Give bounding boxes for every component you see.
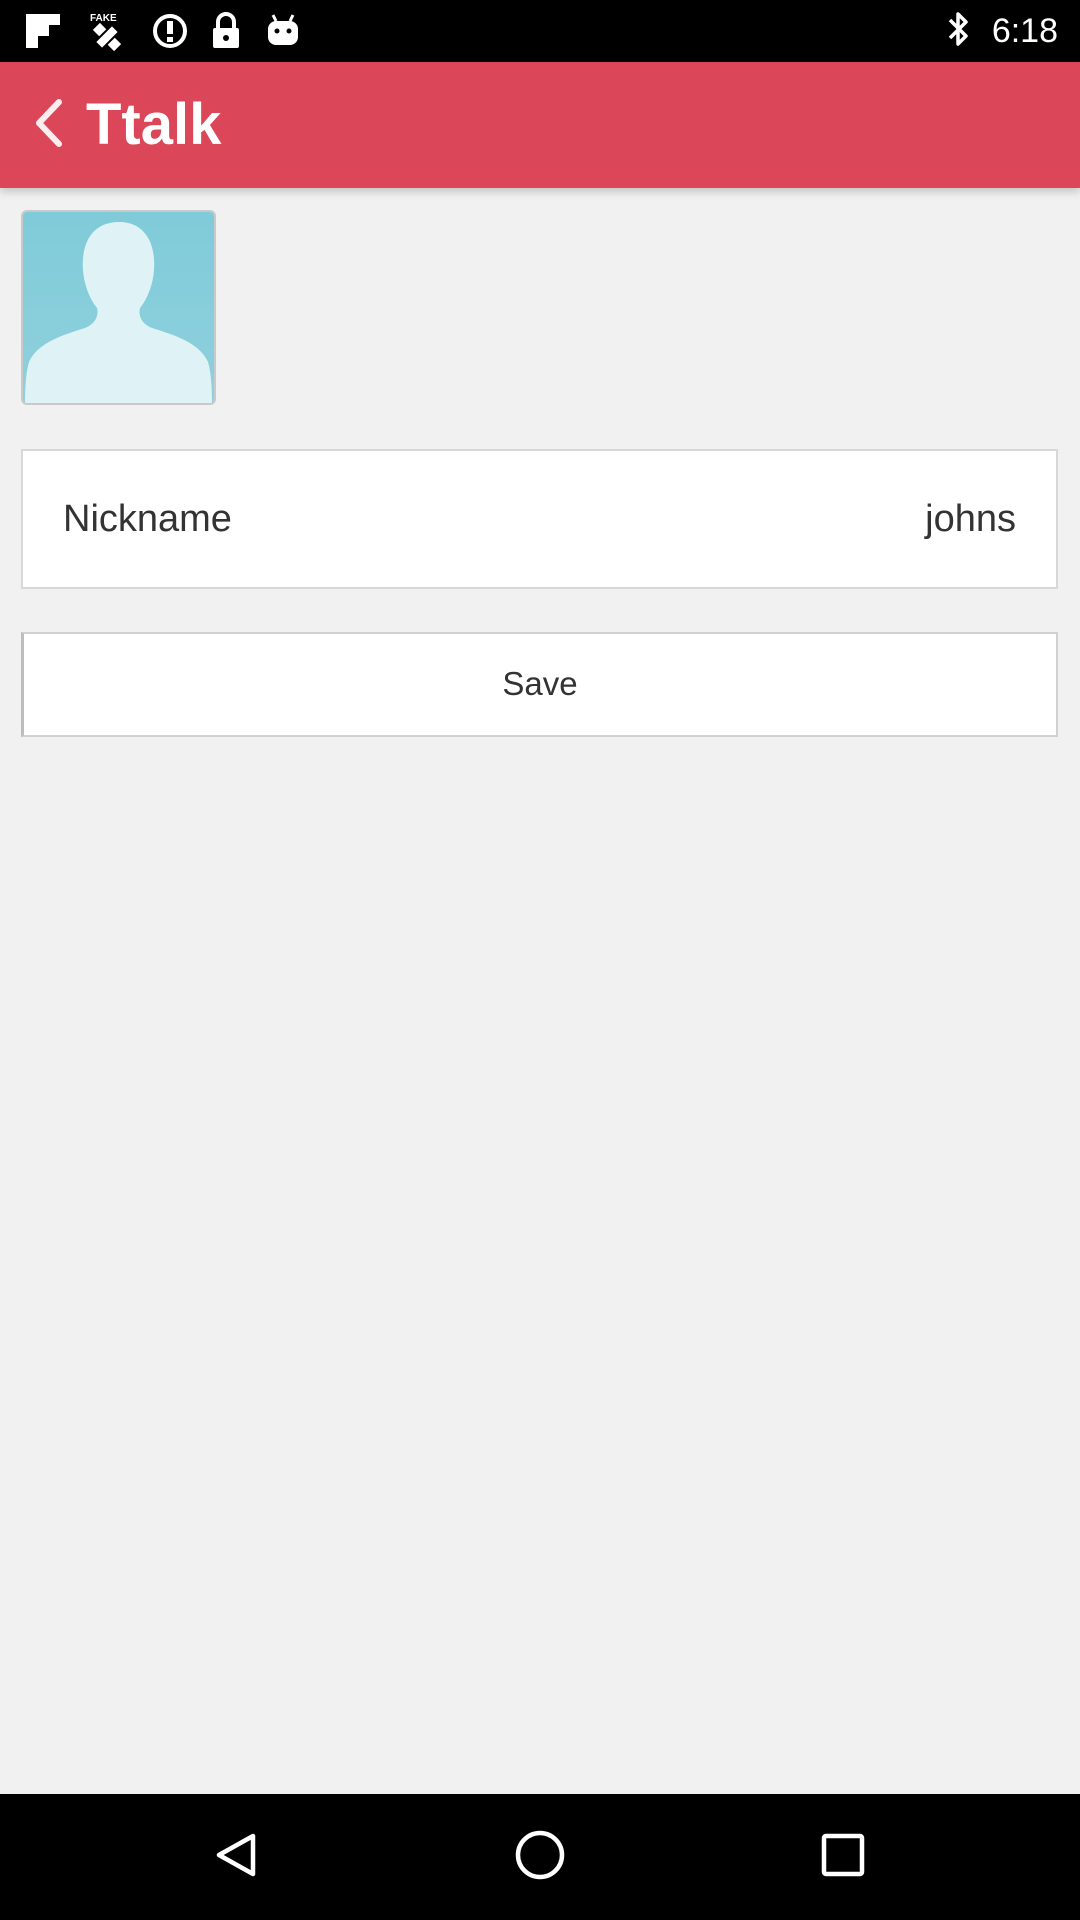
recents-square-icon — [818, 1830, 868, 1885]
status-icons-right: 6:18 — [946, 10, 1058, 52]
back-triangle-icon — [211, 1830, 261, 1885]
flipboard-icon — [24, 12, 62, 50]
save-button[interactable]: Save — [21, 632, 1058, 737]
android-icon — [264, 13, 302, 49]
svg-text:FAKE: FAKE — [90, 13, 117, 24]
fake-gps-icon: FAKE — [84, 10, 130, 52]
status-bar: FAKE 6:18 — [0, 0, 1080, 62]
app-bar: Ttalk — [0, 62, 1080, 188]
alert-icon — [152, 13, 188, 49]
bluetooth-icon — [946, 10, 972, 53]
chevron-left-icon — [31, 98, 67, 153]
status-time: 6:18 — [991, 11, 1058, 50]
person-silhouette-icon — [23, 212, 214, 403]
nav-home-button[interactable] — [505, 1822, 575, 1892]
avatar[interactable] — [21, 210, 216, 405]
nickname-value: johns — [925, 498, 1016, 540]
status-icons-left: FAKE — [24, 10, 302, 52]
lock-icon — [210, 12, 242, 50]
back-button[interactable] — [14, 90, 84, 160]
nav-recents-button[interactable] — [808, 1822, 878, 1892]
nickname-label: Nickname — [63, 498, 232, 540]
navigation-bar — [0, 1794, 1080, 1920]
nickname-row[interactable]: Nickname johns — [21, 449, 1058, 589]
home-circle-icon — [513, 1828, 567, 1887]
page-title: Ttalk — [86, 92, 222, 157]
nav-back-button[interactable] — [201, 1822, 271, 1892]
